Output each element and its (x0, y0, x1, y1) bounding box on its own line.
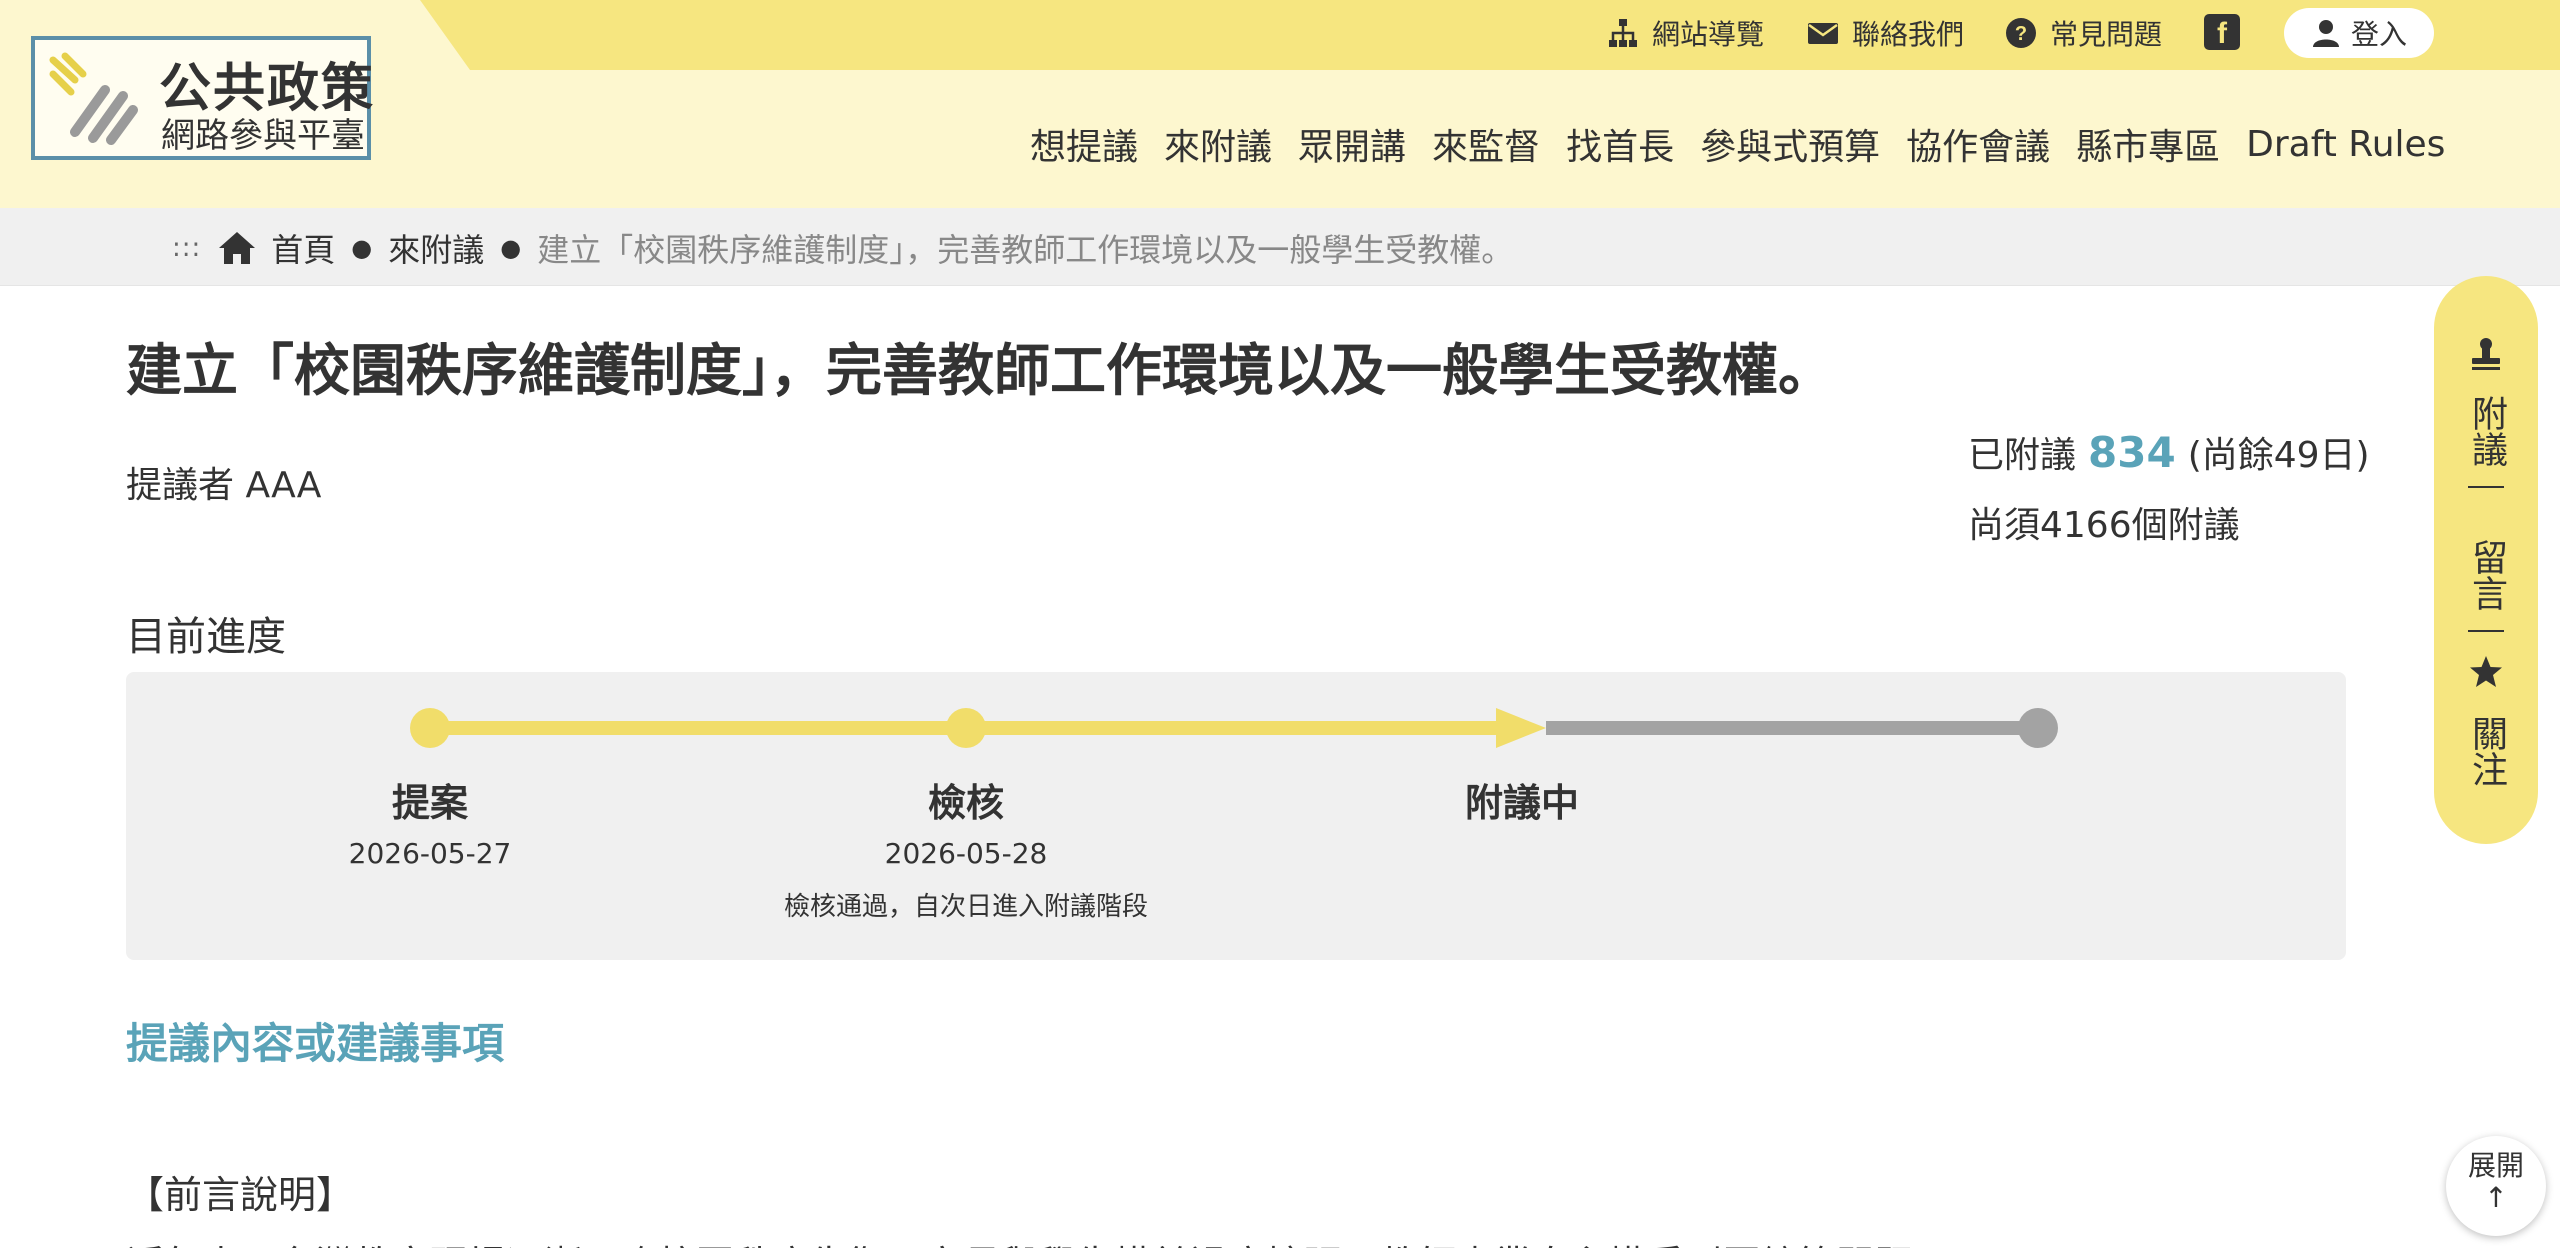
mail-icon (1808, 23, 1838, 44)
body-text: 近年來，台灣教育現場逐漸面臨校園秩序失衡、家長與學生權益過度擴張、教師專業自主權… (126, 1234, 2346, 1248)
endorsement-stats: 已附議 834 (尚餘49日) 尚須4166個附議 (1968, 426, 2370, 548)
stage-name: 提案 (391, 781, 468, 825)
breadcrumb-home[interactable]: 首頁 (271, 225, 335, 271)
progress-heading: 目前進度 (126, 614, 286, 660)
side-divider (2468, 486, 2504, 488)
nav-budget[interactable]: 參與式預算 (1700, 118, 1880, 170)
endorse-stamp-icon[interactable] (2468, 336, 2504, 372)
stage-date: 2026-05-27 (348, 837, 512, 870)
contact-label: 聯絡我們 (1852, 18, 1965, 51)
site-logo[interactable]: 公共政策 網路參與平臺 (31, 36, 373, 160)
logo-mark-icon (49, 52, 138, 145)
nav-propose[interactable]: 想提議 (1030, 118, 1138, 170)
side-endorse-button[interactable]: 附議 (2434, 386, 2538, 476)
stage-note: 檢核通過，自次日進入附議階段 (783, 892, 1148, 922)
facebook-icon[interactable]: f (2204, 14, 2240, 50)
preface-heading: 【前言說明】 (126, 1173, 355, 1217)
sitemap-icon (1609, 19, 1637, 47)
accesskey-marker[interactable]: ::: (172, 233, 201, 263)
stage-dot-review (946, 708, 986, 748)
side-action-panel: 附議 留言 關注 (2434, 276, 2538, 844)
page-title: 建立「校園秩序維護制度」，完善教師工作環境以及一般學生受教權。 (126, 339, 1834, 404)
nav-counties[interactable]: 縣市專區 (2076, 118, 2220, 170)
stage-review: 檢核 2026-05-28 檢核通過，自次日進入附議階段 (716, 772, 1216, 923)
stage-dot-end (2018, 708, 2058, 748)
breadcrumb-separator: ● (351, 234, 373, 262)
stage-date: 2026-05-28 (884, 837, 1048, 870)
breadcrumb-separator: ● (500, 234, 522, 262)
logo-subtitle: 網路參與平臺 (161, 116, 365, 156)
breadcrumb-section[interactable]: 來附議 (388, 225, 484, 271)
nav-officials[interactable]: 找首長 (1566, 118, 1674, 170)
home-icon[interactable] (217, 228, 257, 268)
body-text-clip: 近年來，台灣教育現場逐漸面臨校園秩序失衡、家長與學生權益過度擴張、教師專業自主權… (126, 1230, 2346, 1248)
proposer: 提議者 AAA (126, 465, 322, 506)
content-heading: 提議內容或建議事項 (126, 1019, 505, 1068)
stage-endorsing: 附議中 (1402, 772, 1642, 827)
nav-monitor[interactable]: 來監督 (1432, 118, 1540, 170)
nav-endorse[interactable]: 來附議 (1164, 118, 1272, 170)
user-icon (2312, 20, 2339, 47)
progress-arrow-icon (1496, 708, 1546, 748)
login-label: 登入 (2350, 18, 2407, 51)
sitemap-label: 網站導覽 (1652, 18, 1765, 51)
side-endorse-label: 附議 (2466, 395, 2507, 467)
faq-link[interactable]: ? 常見問題 (2004, 10, 2162, 56)
svg-text:?: ? (2015, 23, 2027, 45)
sitemap-link[interactable]: 網站導覽 (1606, 10, 1764, 56)
side-follow-label: 關注 (2466, 715, 2507, 787)
question-circle-icon: ? (2006, 18, 2036, 48)
arrow-up-icon: ↑ (2484, 1181, 2508, 1214)
stage-name: 檢核 (927, 781, 1004, 825)
nav-draft-rules[interactable]: Draft Rules (2246, 124, 2445, 165)
expand-button[interactable]: 展開 ↑ (2446, 1136, 2546, 1236)
login-button[interactable]: 登入 (2284, 8, 2434, 58)
main-nav: 想提議 來附議 眾開講 來監督 找首長 參與式預算 協作會議 縣市專區 Draf… (1030, 114, 2471, 174)
stage-proposal: 提案 2026-05-27 (330, 772, 530, 870)
breadcrumb-current: 建立「校園秩序維護制度」，完善教師工作環境以及一般學生受教權。 (537, 231, 1514, 269)
star-icon[interactable] (2468, 654, 2504, 690)
stage-name: 附議中 (1464, 781, 1579, 825)
endorsed-count: 834 (2088, 427, 2176, 477)
endorsed-label: 已附議 (1968, 435, 2077, 476)
nav-discuss[interactable]: 眾開講 (1298, 118, 1406, 170)
faq-label: 常見問題 (2050, 18, 2163, 51)
side-divider (2468, 630, 2504, 632)
days-left: (尚餘49日) (2187, 435, 2370, 476)
contact-link[interactable]: 聯絡我們 (1806, 10, 1964, 56)
nav-meetings[interactable]: 協作會議 (1906, 118, 2050, 170)
expand-label: 展開 (2467, 1149, 2524, 1182)
endorsements-needed: 尚須4166個附議 (1968, 505, 2240, 546)
breadcrumb: ::: 首頁 ● 來附議 ● 建立「校園秩序維護制度」，完善教師工作環境以及一般… (0, 208, 2560, 286)
progress-tracker: 提案 2026-05-27 檢核 2026-05-28 檢核通過，自次日進入附議… (126, 672, 2346, 960)
side-follow-button[interactable]: 關注 (2434, 706, 2538, 796)
site-header: 公共政策 網路參與平臺 網站導覽 聯絡我們 ? 常見問題 f 登入 想提議 來附… (0, 0, 2560, 208)
side-comment-button[interactable]: 留言 (2434, 530, 2538, 620)
stage-dot-proposal (410, 708, 450, 748)
side-comment-label: 留言 (2466, 539, 2507, 611)
